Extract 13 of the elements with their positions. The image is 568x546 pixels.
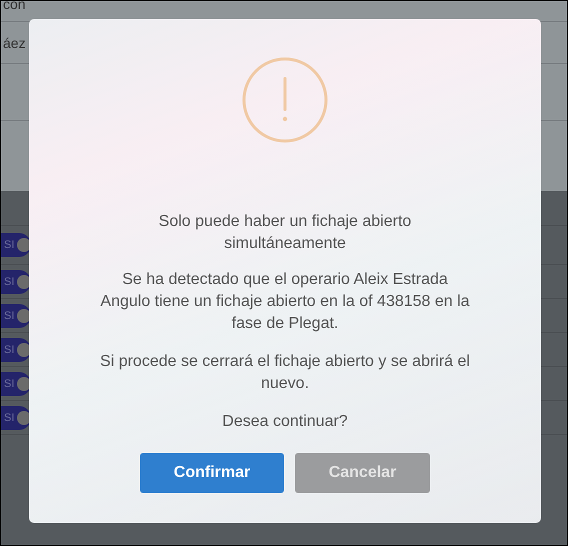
- dialog-message: Se ha detectado que el operario Aleix Estrada Angulo tiene un fichaje abierto en la of 438158 en la fase de Plegat.: [99, 270, 471, 334]
- dialog-title: Solo puede haber un fichaje abierto simultáneamente: [158, 212, 412, 254]
- dialog-message: Si procede se cerrará el fichaje abierto y se abrirá el nuevo.: [99, 352, 471, 394]
- toggle-switch[interactable]: SI: [1, 372, 31, 396]
- toggle-switch[interactable]: SI: [1, 270, 31, 294]
- toggle-switch[interactable]: SI: [1, 406, 31, 430]
- dialog-message: Desea continuar?: [222, 412, 348, 432]
- confirm-button[interactable]: Confirmar: [140, 453, 284, 493]
- toggle-switch[interactable]: SI: [1, 304, 31, 328]
- warning-icon: [242, 57, 328, 143]
- toggle-switch[interactable]: SI: [1, 338, 31, 362]
- cancel-button[interactable]: Cancelar: [295, 453, 430, 493]
- toggle-switch[interactable]: SI: [1, 233, 31, 257]
